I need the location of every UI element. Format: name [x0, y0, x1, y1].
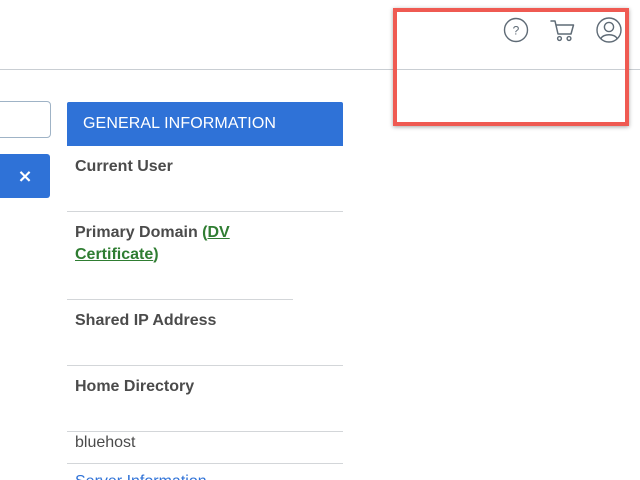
- hosting-provider-value: bluehost: [75, 434, 136, 451]
- info-row-value: bluehost: [67, 432, 343, 464]
- shared-ip-label: Shared IP Address: [75, 312, 217, 329]
- user-account-icon[interactable]: [595, 16, 623, 44]
- clear-search-button[interactable]: ×: [0, 154, 50, 198]
- server-information-link[interactable]: Server Information: [75, 471, 207, 480]
- top-bar: ?: [0, 0, 640, 70]
- info-row-current-user: Current User: [67, 146, 343, 212]
- cert-close-paren: ): [153, 246, 159, 263]
- home-directory-label: Home Directory: [75, 378, 195, 395]
- svg-text:?: ?: [513, 24, 520, 38]
- help-icon[interactable]: ?: [502, 16, 530, 44]
- primary-domain-label: Primary Domain (DV Certificate): [75, 222, 275, 266]
- info-row-home-directory: Home Directory: [67, 366, 343, 432]
- search-input[interactable]: [0, 101, 51, 138]
- info-row-primary-domain: Primary Domain (DV Certificate): [67, 212, 293, 300]
- panel-title: GENERAL INFORMATION: [67, 102, 343, 146]
- current-user-label: Current User: [75, 158, 173, 175]
- info-row-shared-ip: Shared IP Address: [67, 300, 343, 366]
- cart-icon[interactable]: [548, 16, 576, 44]
- primary-domain-text: Primary Domain: [75, 224, 203, 241]
- close-icon: ×: [17, 165, 33, 187]
- general-information-panel: GENERAL INFORMATION: [67, 102, 343, 146]
